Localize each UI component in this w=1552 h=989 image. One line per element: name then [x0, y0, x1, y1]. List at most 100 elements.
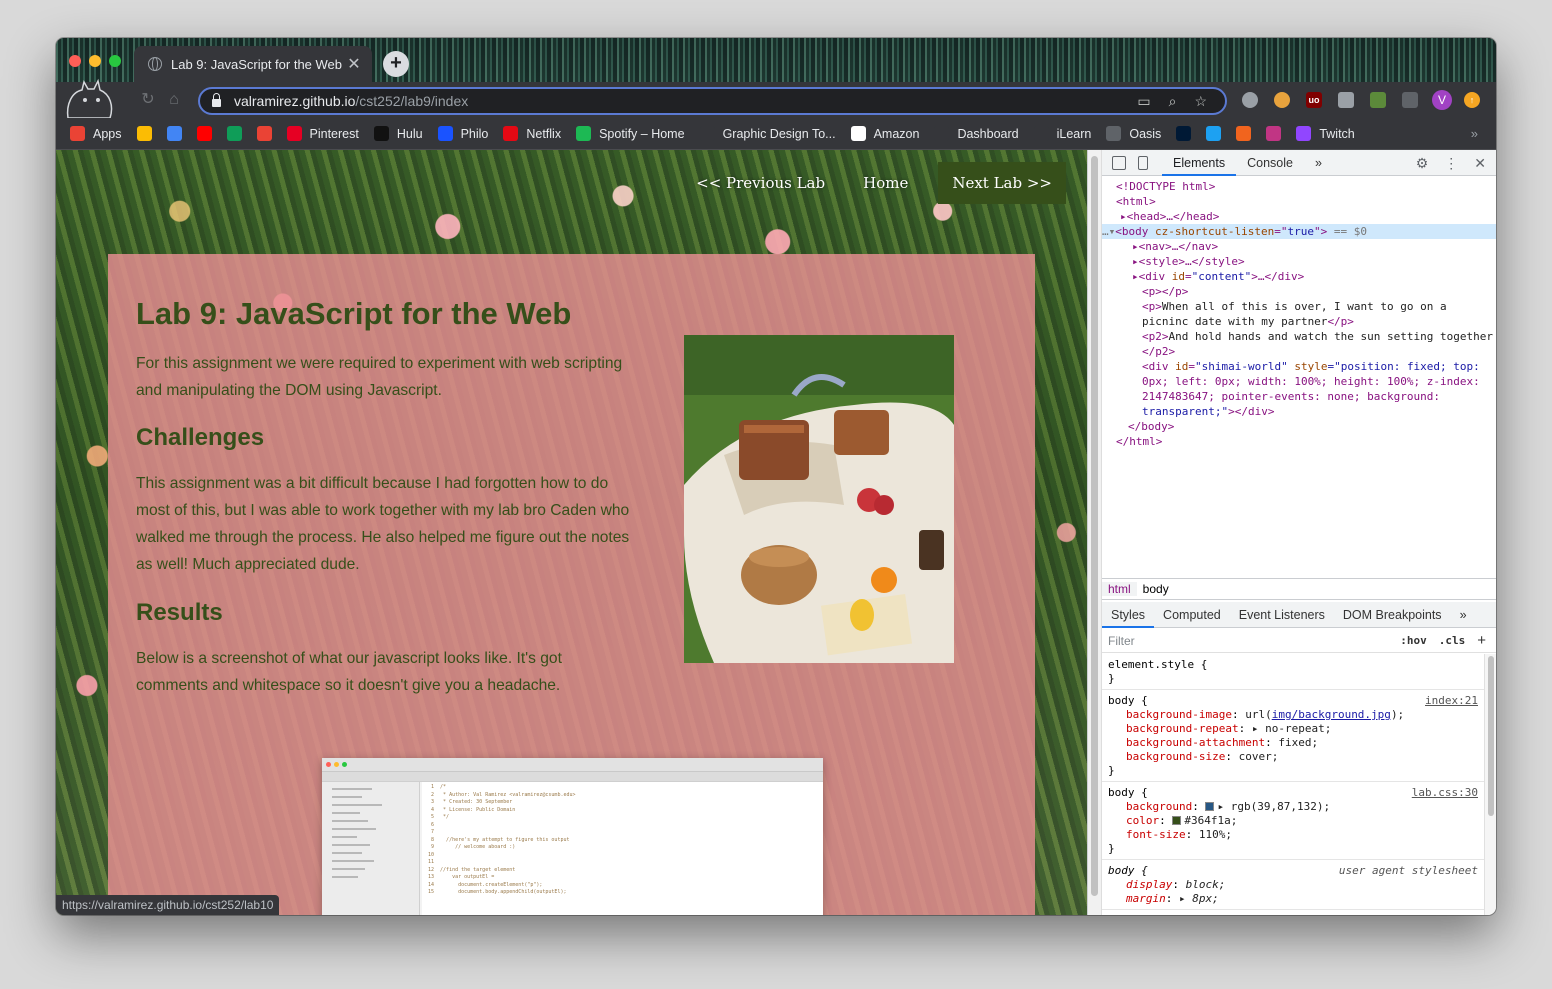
filter-input[interactable]: Filter — [1108, 634, 1400, 648]
tab-close-icon[interactable]: ✕ — [346, 54, 362, 74]
bookmark-google-drive[interactable] — [136, 126, 152, 141]
more-bookmarks-icon[interactable]: » — [1471, 126, 1478, 141]
browser-tab-active[interactable]: Lab 9: JavaScript for the Web ✕ — [134, 46, 372, 82]
extension-4-icon[interactable] — [1338, 92, 1354, 108]
css-property[interactable]: background-size: cover; — [1108, 750, 1478, 764]
bookmark-spotify[interactable]: Spotify – Home — [576, 126, 685, 141]
picnic-photo — [684, 335, 954, 663]
home-link[interactable]: Home — [863, 174, 908, 192]
rule-source-link[interactable]: lab.css:30 — [1412, 786, 1478, 800]
url-text[interactable]: valramirez.github.io/cst252/lab9/index — [234, 93, 1137, 109]
cls-toggle[interactable]: .cls — [1439, 634, 1466, 647]
dom-shimai-div[interactable]: <div id="shimai-world" style="position: … — [1102, 359, 1496, 374]
bookmark-amazon[interactable]: Amazon — [850, 126, 919, 141]
previous-lab-link[interactable]: << Previous Lab — [696, 174, 825, 192]
dom-style[interactable]: ▸<style>…</style> — [1102, 254, 1496, 269]
inspect-element-icon[interactable] — [1112, 155, 1126, 170]
bookmark-oasis-globe[interactable]: Oasis — [1106, 126, 1161, 141]
dom-doctype[interactable]: <!DOCTYPE html> — [1102, 179, 1496, 194]
css-property[interactable]: margin: ▸ 8px; — [1108, 892, 1478, 906]
dom-content-div[interactable]: ▸<div id="content">…</div> — [1102, 269, 1496, 284]
css-property[interactable]: background: ▸ rgb(39,87,132); — [1108, 800, 1478, 814]
rule-source-link[interactable]: index:21 — [1425, 694, 1478, 708]
minimize-window-button[interactable] — [89, 55, 101, 67]
extensions-puzzle-icon[interactable] — [1402, 92, 1418, 108]
cast-icon[interactable]: ▭ — [1137, 93, 1150, 110]
bookmark-star-icon[interactable]: ☆ — [1194, 93, 1207, 110]
selector: body { — [1108, 694, 1148, 707]
update-icon[interactable]: ↑ — [1464, 92, 1480, 108]
bookmark-pinterest[interactable]: Pinterest — [286, 126, 359, 141]
css-property[interactable]: font-size: 110%; — [1108, 828, 1478, 842]
dom-p-text[interactable]: <p>When all of this is over, I want to g… — [1102, 299, 1496, 314]
code-line: 7 — [428, 829, 441, 835]
extension-5-icon[interactable] — [1370, 92, 1386, 108]
dom-html-end[interactable]: </html> — [1102, 434, 1496, 449]
dom-body-selected[interactable]: …▾<body cz-shortcut-listen="true"> == $0 — [1102, 224, 1496, 239]
new-tab-button[interactable]: + — [383, 51, 409, 77]
styles-scrollbar[interactable] — [1484, 654, 1496, 915]
more-tabs-icon[interactable]: » — [1304, 150, 1333, 176]
address-bar[interactable]: valramirez.github.io/cst252/lab9/index ▭… — [198, 87, 1227, 115]
tab-styles[interactable]: Styles — [1102, 602, 1155, 628]
zoom-icon[interactable]: ⌕ — [1169, 93, 1177, 110]
dom-html[interactable]: <html> — [1102, 194, 1496, 209]
tab-dom-breakpoints[interactable]: DOM Breakpoints — [1334, 602, 1451, 628]
bookmark-etsy[interactable] — [1236, 126, 1252, 141]
bookmark-apps-grid[interactable]: Apps — [70, 126, 122, 141]
bookmark-gmail[interactable] — [256, 126, 272, 141]
bookmark-ilearn[interactable]: iLearn — [1033, 126, 1091, 141]
tab-console[interactable]: Console — [1236, 150, 1304, 176]
next-lab-link[interactable]: Next Lab >> — [938, 162, 1066, 204]
breadcrumb-html[interactable]: html — [1102, 582, 1137, 596]
rule-element-style[interactable]: element.style { } — [1102, 654, 1484, 690]
tab-event-listeners[interactable]: Event Listeners — [1230, 602, 1334, 628]
more-subtabs-icon[interactable]: » — [1451, 602, 1476, 628]
reload-icon[interactable]: ↻ — [138, 90, 158, 110]
dom-body-end[interactable]: </body> — [1102, 419, 1496, 434]
rule-body-labcss[interactable]: body { lab.css:30 background: ▸ rgb(39,8… — [1102, 782, 1484, 860]
bookmark-google-sheets[interactable] — [226, 126, 242, 141]
tab-elements[interactable]: Elements — [1162, 150, 1237, 176]
rule-body-user-agent[interactable]: body { user agent stylesheet display: bl… — [1102, 860, 1484, 910]
extension-2-icon[interactable] — [1274, 92, 1290, 108]
maximize-window-button[interactable] — [109, 55, 121, 67]
dom-p-empty[interactable]: <p></p> — [1102, 284, 1496, 299]
css-property[interactable]: display: block; — [1108, 878, 1478, 892]
bookmark-youtube[interactable] — [196, 126, 212, 141]
profile-avatar[interactable]: V — [1432, 90, 1452, 110]
css-property[interactable]: color: #364f1a; — [1108, 814, 1478, 828]
bookmark-instagram[interactable] — [1266, 126, 1282, 141]
css-property[interactable]: background-repeat: ▸ no-repeat; — [1108, 722, 1478, 736]
device-toolbar-icon[interactable] — [1138, 155, 1148, 170]
ublock-icon[interactable]: uo — [1306, 92, 1322, 108]
close-window-button[interactable] — [69, 55, 81, 67]
color-swatch-icon[interactable] — [1172, 816, 1182, 825]
bookmark-philo[interactable]: Philo — [437, 126, 488, 141]
css-property[interactable]: background-attachment: fixed; — [1108, 736, 1478, 750]
new-rule-button[interactable]: + — [1477, 632, 1486, 649]
dom-head[interactable]: ▸<head>…</head> — [1102, 209, 1496, 224]
more-options-icon[interactable]: ⋮ — [1444, 155, 1458, 172]
dom-nav[interactable]: ▸<nav>…</nav> — [1102, 239, 1496, 254]
rule-body-index[interactable]: body { index:21 background-image: url(im… — [1102, 690, 1484, 782]
dom-p2[interactable]: <p2>And hold hands and watch the sun set… — [1102, 329, 1496, 344]
bookmark-folder[interactable]: Graphic Design To... — [699, 126, 836, 141]
home-icon[interactable]: ⌂ — [164, 90, 184, 110]
bookmark-twitter[interactable] — [1206, 126, 1222, 141]
page-scrollbar[interactable] — [1088, 150, 1102, 915]
bookmark-netflix[interactable]: Netflix — [503, 126, 561, 141]
bookmark-twitch[interactable]: Twitch — [1296, 126, 1355, 141]
bookmark-tumblr[interactable] — [1176, 126, 1192, 141]
bookmark-canvas[interactable]: Dashboard — [934, 126, 1019, 141]
tab-computed[interactable]: Computed — [1154, 602, 1230, 628]
color-swatch-icon[interactable] — [1205, 802, 1215, 811]
extension-1-icon[interactable] — [1242, 92, 1258, 108]
hov-toggle[interactable]: :hov — [1400, 634, 1427, 647]
close-devtools-icon[interactable]: ✕ — [1474, 155, 1486, 172]
bookmark-hulu[interactable]: Hulu — [373, 126, 423, 141]
breadcrumb-body[interactable]: body — [1137, 582, 1175, 596]
css-property[interactable]: background-image: url(img/background.jpg… — [1108, 708, 1478, 722]
bookmark-google-docs[interactable] — [166, 126, 182, 141]
settings-gear-icon[interactable]: ⚙ — [1416, 155, 1429, 172]
